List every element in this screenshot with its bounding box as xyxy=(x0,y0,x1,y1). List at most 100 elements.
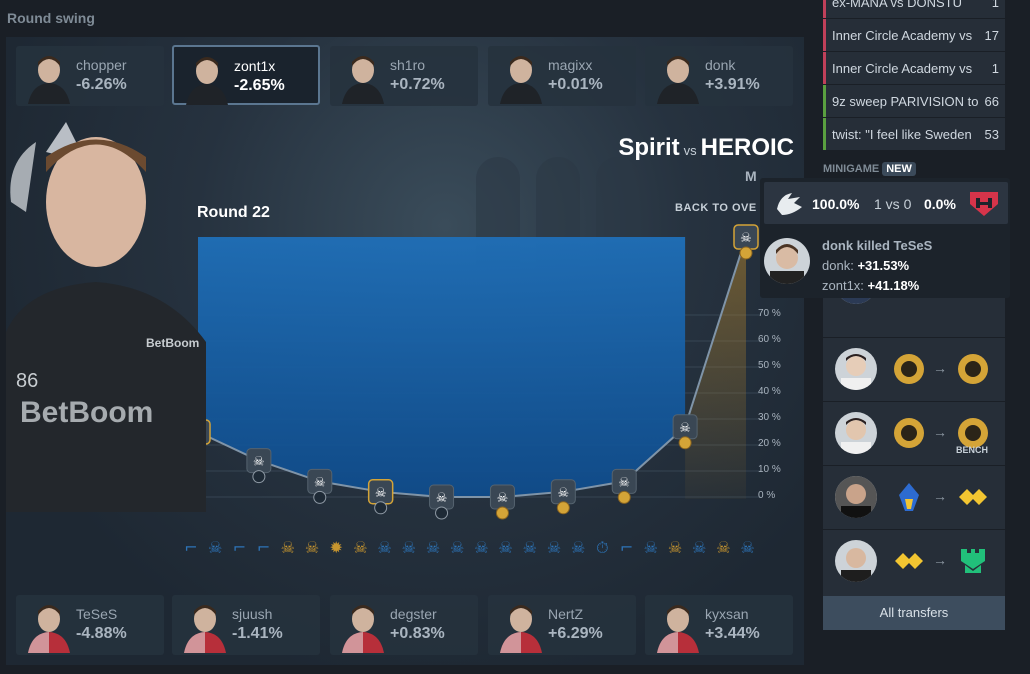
player-name: sjuush xyxy=(232,606,273,622)
all-transfers-button[interactable]: All transfers xyxy=(823,596,1005,630)
y-tick-label: 0 % xyxy=(758,490,776,501)
skull-icon: ☠ xyxy=(281,538,295,557)
player-card-donk[interactable]: donk +3.91% xyxy=(645,46,793,106)
news-item[interactable]: 9z sweep PARIVISION to 66 xyxy=(823,85,1005,118)
skull-icon: ☠ xyxy=(692,538,706,557)
player-avatar xyxy=(338,50,388,104)
player-name: degster xyxy=(390,606,437,622)
transfer-row[interactable]: → xyxy=(823,337,1005,401)
news-title: Inner Circle Academy vs xyxy=(832,28,973,43)
skull-icon: ☠ xyxy=(644,538,658,557)
skull-icon: ☠ xyxy=(377,538,391,557)
player-name: chopper xyxy=(76,57,127,73)
y-tick-label: 40 % xyxy=(758,386,781,397)
news-item[interactable]: Inner Circle Academy vs 17 xyxy=(823,19,1005,52)
player-avatar-icon xyxy=(342,605,384,653)
y-tick-label: 70 % xyxy=(758,308,781,319)
heroic-badge-icon xyxy=(556,501,570,515)
skull-icon: ☠ xyxy=(679,421,691,436)
player-swing-value: -2.65% xyxy=(234,77,285,94)
swing-line-2: zont1x: +41.18% xyxy=(822,278,919,293)
round-event-marker[interactable]: ☠ xyxy=(367,479,394,515)
player-card-sjuush[interactable]: sjuush -1.41% xyxy=(172,595,320,655)
player-avatar-icon xyxy=(500,56,542,104)
transfer-row[interactable]: → xyxy=(823,529,1005,593)
player-avatar xyxy=(835,540,877,582)
round-event-marker[interactable]: ☠ xyxy=(611,468,637,504)
team-gold-emblem-icon xyxy=(894,418,924,448)
player-avatar-icon xyxy=(28,605,70,653)
round-event-marker[interactable]: ☠ xyxy=(733,224,759,260)
y-tick-label: 20 % xyxy=(758,438,781,449)
bench-label: BENCH xyxy=(956,445,989,455)
round-event-marker[interactable]: ☠ xyxy=(246,448,272,484)
player-swing-value: +0.72% xyxy=(390,76,445,93)
heroic-badge-icon xyxy=(678,436,692,450)
player-swing-value: +0.83% xyxy=(390,625,445,642)
swing-line-1: donk: +31.53% xyxy=(822,258,909,273)
player-swing-value: -4.88% xyxy=(76,625,127,642)
explosion-icon: ✹ xyxy=(329,538,342,557)
skull-icon: ☠ xyxy=(668,538,682,557)
player-card-zont1x[interactable]: zont1x -2.65% xyxy=(172,45,320,105)
player-avatar xyxy=(653,50,703,104)
new-badge: NEW xyxy=(882,162,916,176)
skull-icon: ☠ xyxy=(314,475,326,490)
news-color-bar xyxy=(823,0,826,18)
gun-icon: ⌐ xyxy=(233,538,246,557)
skull-icon: ☠ xyxy=(618,475,630,490)
round-swing-panel: $☠☠☠☠☠☠☠☠☠ BetBoom BetBoom 86 SpiritvsHE… xyxy=(6,37,804,665)
player-avatar xyxy=(338,599,388,653)
comment-count: 1 xyxy=(991,61,999,76)
player-count: 1 vs 0 xyxy=(874,196,912,212)
player-card-TeSeS[interactable]: TeSeS -4.88% xyxy=(16,595,164,655)
team-yellow-logo-icon xyxy=(895,553,923,569)
round-tooltip: 100.0% 1 vs 0 0.0% donk killed TeSeS don… xyxy=(760,178,1010,298)
skull-icon: ☠ xyxy=(436,491,448,506)
player-card-magixx[interactable]: magixx +0.01% xyxy=(488,46,636,106)
round-events-timeline: ⌐ ☠ ⌐ ⌐ ☠ ☠ ✹ ☠ ☠ ☠ ☠ ☠ ☠ ☠ ☠ ☠ ☠ ⏱ ⌐ ☠ ☠ ☠ ☠ ☠ xyxy=(184,538,754,557)
player-card-kyxsan[interactable]: kyxsan +3.44% xyxy=(645,595,793,655)
back-to-overview-link[interactable]: BACK TO OVE xyxy=(675,202,757,214)
player-card-NertZ[interactable]: NertZ +6.29% xyxy=(488,595,636,655)
transfer-row[interactable]: → BENCH xyxy=(823,401,1005,465)
player-card-chopper[interactable]: chopper -6.26% xyxy=(16,46,164,106)
round-event-marker[interactable]: ☠ xyxy=(489,484,515,520)
news-item[interactable]: Inner Circle Academy vs 1 xyxy=(823,52,1005,85)
news-item[interactable]: ex-MANA vs DONSTU 1 xyxy=(823,0,1005,19)
news-title: twist: "I feel like Sweden xyxy=(832,127,972,142)
svg-text:BetBoom: BetBoom xyxy=(20,396,153,429)
round-event-marker[interactable]: ☠ xyxy=(429,484,455,520)
match-title: Spirit vs HEROIC xyxy=(618,134,794,162)
skull-icon: ☠ xyxy=(426,538,440,557)
comment-count: 53 xyxy=(984,127,999,142)
line1-label: donk: xyxy=(822,258,854,273)
featured-player-photo: BetBoom BetBoom 86 xyxy=(6,122,206,512)
spirit-logo-icon xyxy=(777,193,802,215)
player-name: zont1x xyxy=(234,58,276,74)
player-avatar xyxy=(24,599,74,653)
skull-icon: ☠ xyxy=(305,538,319,557)
arrow-icon: → xyxy=(933,552,947,568)
transfer-row[interactable]: → xyxy=(823,465,1005,529)
player-card-sh1ro[interactable]: sh1ro +0.72% xyxy=(330,46,478,106)
player-name: kyxsan xyxy=(705,606,749,622)
y-tick-label: 30 % xyxy=(758,412,781,423)
player-card-degster[interactable]: degster +0.83% xyxy=(330,595,478,655)
round-event-marker[interactable]: ☠ xyxy=(550,479,576,515)
player-avatar xyxy=(496,50,546,104)
line1-value: +31.53% xyxy=(857,258,910,273)
skull-icon: ☠ xyxy=(497,491,509,506)
player-avatar xyxy=(835,348,877,390)
news-title: Inner Circle Academy vs xyxy=(832,61,973,76)
heroic-logo-icon xyxy=(970,192,998,216)
spirit-badge-icon xyxy=(313,490,327,504)
round-event-marker[interactable]: ☠ xyxy=(307,468,333,504)
player-name: donk xyxy=(705,57,736,73)
timer-icon: ⏱ xyxy=(596,538,608,557)
news-item[interactable]: twist: "I feel like Sweden 53 xyxy=(823,118,1005,151)
player-avatar xyxy=(653,599,703,653)
skull-icon: ☠ xyxy=(498,538,512,557)
skull-icon: ☠ xyxy=(474,538,488,557)
minigame-header: MINIGAME NEW xyxy=(823,162,916,176)
